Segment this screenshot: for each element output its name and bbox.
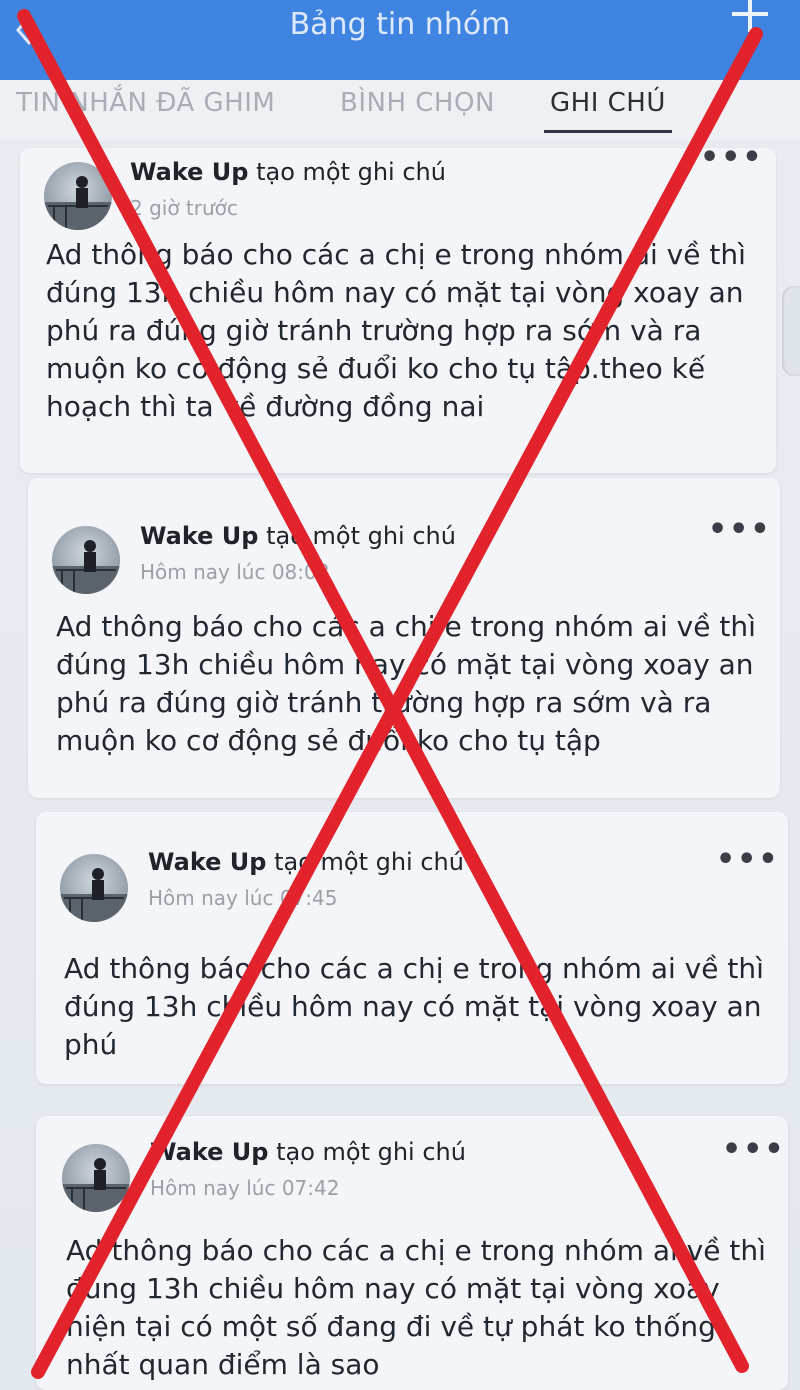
- note-author: Wake Up tạo một ghi chú: [130, 158, 446, 186]
- tab-bar: TIN NHẮN ĐÃ GHIM BÌNH CHỌN GHI CHÚ: [0, 80, 800, 140]
- note-body: Ad thông báo cho các a chị e trong nhóm …: [64, 952, 764, 1061]
- person-silhouette-icon: [60, 868, 128, 922]
- note-card[interactable]: Wake Up tạo một ghi chú Hôm nay lúc 08:0…: [28, 478, 780, 798]
- note-action: tạo một ghi chú: [266, 522, 456, 550]
- person-silhouette-icon: [52, 540, 120, 594]
- note-body: Ad thông báo cho các a chị e trong nhóm …: [46, 238, 746, 423]
- person-silhouette-icon: [62, 1158, 130, 1212]
- tab-pinned-messages[interactable]: TIN NHẮN ĐÃ GHIM: [16, 88, 275, 118]
- more-options-icon[interactable]: •••: [716, 845, 780, 875]
- back-arrow-icon[interactable]: [10, 10, 40, 50]
- author-name[interactable]: Wake Up: [140, 522, 258, 550]
- active-tab-indicator: [544, 130, 672, 133]
- note-timestamp: Hôm nay lúc 07:42: [150, 1176, 340, 1200]
- side-edge-handle: [782, 286, 800, 376]
- note-author: Wake Up tạo một ghi chú: [148, 848, 464, 876]
- note-card[interactable]: Wake Up tạo một ghi chú 2 giờ trước ••• …: [20, 143, 776, 473]
- note-body: Ad thông báo cho các a chị e trong nhóm …: [66, 1234, 766, 1381]
- author-name[interactable]: Wake Up: [150, 1138, 268, 1166]
- note-card[interactable]: Wake Up tạo một ghi chú Hôm nay lúc 07:4…: [36, 812, 788, 1084]
- note-card[interactable]: Wake Up tạo một ghi chú Hôm nay lúc 07:4…: [36, 1116, 788, 1390]
- more-options-icon[interactable]: •••: [708, 515, 772, 545]
- app-screen: Bảng tin nhóm TIN NHẮN ĐÃ GHIM BÌNH CHỌN…: [0, 0, 800, 1390]
- tab-polls[interactable]: BÌNH CHỌN: [340, 88, 495, 118]
- note-timestamp: 2 giờ trước: [130, 196, 238, 220]
- tab-notes[interactable]: GHI CHÚ: [550, 88, 666, 118]
- person-silhouette-icon: [44, 176, 112, 230]
- author-name[interactable]: Wake Up: [130, 158, 248, 186]
- page-title: Bảng tin nhóm: [289, 6, 511, 42]
- avatar[interactable]: [60, 854, 128, 922]
- note-body: Ad thông báo cho các a chị e trong nhóm …: [56, 610, 756, 757]
- note-action: tạo một ghi chú: [276, 1138, 466, 1166]
- note-timestamp: Hôm nay lúc 07:45: [148, 886, 338, 910]
- avatar[interactable]: [52, 526, 120, 594]
- more-options-icon[interactable]: •••: [722, 1135, 786, 1165]
- note-timestamp: Hôm nay lúc 08:08: [140, 560, 330, 584]
- add-icon[interactable]: [730, 0, 770, 34]
- avatar[interactable]: [44, 162, 112, 230]
- note-author: Wake Up tạo một ghi chú: [140, 522, 456, 550]
- note-action: tạo một ghi chú: [274, 848, 464, 876]
- author-name[interactable]: Wake Up: [148, 848, 266, 876]
- more-options-icon[interactable]: •••: [700, 143, 764, 173]
- note-author: Wake Up tạo một ghi chú: [150, 1138, 466, 1166]
- note-action: tạo một ghi chú: [256, 158, 446, 186]
- avatar[interactable]: [62, 1144, 130, 1212]
- top-bar: Bảng tin nhóm: [0, 0, 800, 80]
